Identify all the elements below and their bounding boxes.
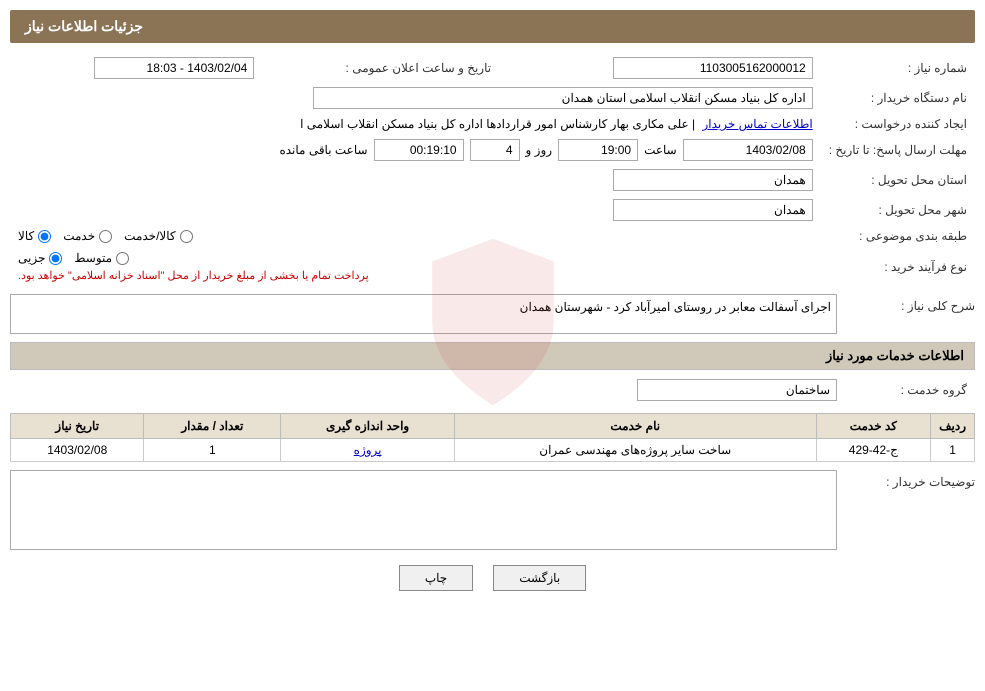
process-jozi-option[interactable]: جزیی [18,251,62,265]
announce-input[interactable] [94,57,254,79]
button-bar: بازگشت چاپ [10,565,975,591]
print-button[interactable]: چاپ [399,565,473,591]
category-kala-option[interactable]: کالا [18,229,51,243]
need-number-label: شماره نیاز : [821,53,975,83]
deadline-value: ساعت روز و ساعت باقی مانده [10,135,821,165]
requester-value: اطلاعات تماس خریدار | علی مکاری بهار کار… [10,113,821,135]
process-radio-group: متوسط جزیی [18,251,129,265]
requester-label: ایجاد کننده درخواست : [821,113,975,135]
category-label: طبقه بندی موضوعی : [821,225,975,247]
page-header: جزئیات اطلاعات نیاز [10,10,975,43]
process-note: پرداخت تمام یا بخشی از مبلغ خریدار از مح… [18,269,369,282]
city-label: شهر محل تحویل : [821,195,975,225]
category-kala-service-radio[interactable] [180,230,193,243]
buyer-input[interactable] [313,87,813,109]
buyer-desc-textarea[interactable] [10,470,837,550]
need-number-input[interactable] [613,57,813,79]
process-jozi-radio[interactable] [49,252,62,265]
process-motavasset-option[interactable]: متوسط [74,251,129,265]
day-input[interactable] [470,139,520,161]
back-button[interactable]: بازگشت [493,565,586,591]
process-motavasset-label: متوسط [74,251,112,265]
col-unit: واحد اندازه گیری [281,414,455,439]
service-group-label: گروه خدمت : [845,375,975,405]
remaining-label: ساعت باقی مانده [279,143,367,157]
description-label: شرح کلی نیاز : [845,294,975,313]
buyer-label: نام دستگاه خریدار : [821,83,975,113]
announce-value [10,53,262,83]
col-name: نام خدمت [454,414,816,439]
deadline-fields: ساعت روز و ساعت باقی مانده [18,139,813,161]
deadline-label: مهلت ارسال پاسخ: تا تاریخ : [821,135,975,165]
province-value [10,165,821,195]
page-wrapper: جزئیات اطلاعات نیاز A شماره نیاز : تاریخ… [0,0,985,691]
time-input[interactable] [558,139,638,161]
table-cell-row: 1 [931,439,975,462]
buyer-value [10,83,821,113]
col-code: کد خدمت [816,414,931,439]
content-area: A شماره نیاز : تاریخ و ساعت اعلان عمومی … [10,53,975,591]
day-label: روز و [526,143,553,157]
table-cell-name: ساخت سایر پروژه‌های مهندسی عمران [454,439,816,462]
category-service-option[interactable]: خدمت [63,229,112,243]
need-number-value [511,53,821,83]
col-date: تاریخ نیاز [11,414,144,439]
category-service-radio[interactable] [99,230,112,243]
city-value [10,195,821,225]
table-cell-code: ج-42-429 [816,439,931,462]
time-label: ساعت [644,143,677,157]
buyer-desc-label: توضیحات خریدار : [845,470,975,489]
province-label: استان محل تحویل : [821,165,975,195]
watermark-shield: A [403,232,583,412]
category-kala-service-option[interactable]: کالا/خدمت [124,229,192,243]
category-service-label: خدمت [63,229,95,243]
process-label: نوع فرآیند خرید : [821,247,975,286]
col-qty: تعداد / مقدار [144,414,281,439]
category-kala-service-label: کالا/خدمت [124,229,175,243]
requester-link[interactable]: اطلاعات تماس خریدار [703,117,813,131]
svg-text:A: A [481,304,505,341]
process-motavasset-radio[interactable] [116,252,129,265]
deadline-date-input[interactable] [683,139,813,161]
services-table: ردیف کد خدمت نام خدمت واحد اندازه گیری ت… [10,413,975,462]
process-jozi-label: جزیی [18,251,45,265]
remaining-input[interactable] [374,139,464,161]
service-group-input[interactable] [637,379,837,401]
table-cell-date: 1403/02/08 [11,439,144,462]
province-input[interactable] [613,169,813,191]
category-kala-radio[interactable] [38,230,51,243]
table-cell-quantity: 1 [144,439,281,462]
announce-label: تاریخ و ساعت اعلان عمومی : [262,53,511,83]
city-input[interactable] [613,199,813,221]
table-row: 1ج-42-429ساخت سایر پروژه‌های مهندسی عمرا… [11,439,975,462]
header-title: جزئیات اطلاعات نیاز [25,18,143,34]
buyer-desc-row: توضیحات خریدار : [10,470,975,550]
category-kala-label: کالا [18,229,34,243]
col-row: ردیف [931,414,975,439]
requester-text: | علی مکاری بهار کارشناس امور قراردادها … [300,117,695,131]
table-cell-unit: پروژه [281,439,455,462]
